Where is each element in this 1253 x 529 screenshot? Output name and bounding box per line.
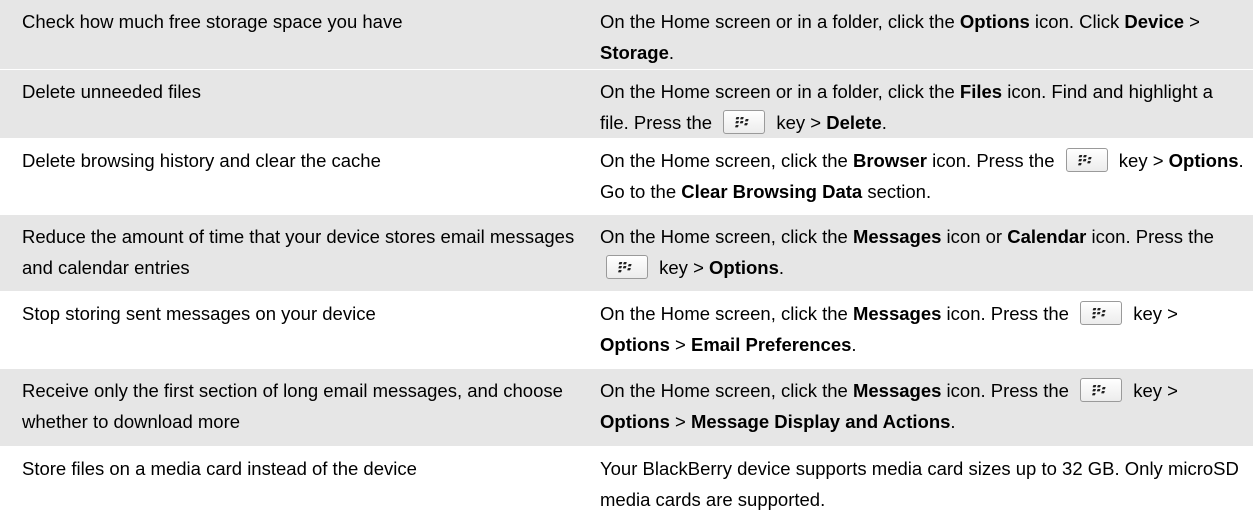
instruction-text: . <box>881 112 887 133</box>
ui-term: Messages <box>852 303 942 324</box>
instructions-cell: Your BlackBerry device supports media ca… <box>578 447 1253 528</box>
ui-term: Files <box>959 81 1003 102</box>
ui-term: Options <box>1168 150 1239 171</box>
instruction-text: key > <box>1113 150 1169 171</box>
task-cell: Reduce the amount of time that your devi… <box>22 226 575 278</box>
table-row: Delete browsing history and clear the ca… <box>0 139 1253 215</box>
instruction-text: key > <box>654 257 710 278</box>
ui-term: Messages <box>852 380 942 401</box>
instruction-text: . <box>778 257 785 278</box>
instructions-cell: On the Home screen or in a folder, click… <box>578 0 1253 69</box>
instruction-text: icon. Press the <box>941 380 1075 401</box>
instruction-text: icon. Press the <box>926 150 1060 171</box>
instruction-text: section. <box>862 181 932 202</box>
instruction-text: . <box>851 334 857 355</box>
instruction-text: > <box>669 334 691 355</box>
instruction-text: On the Home screen, click the <box>600 380 853 401</box>
ui-term: Options <box>709 257 779 278</box>
table-row: Check how much free storage space you ha… <box>0 0 1253 70</box>
table-row: Store files on a media card instead of t… <box>0 447 1253 529</box>
ui-term: Calendar <box>1007 226 1087 247</box>
ui-term: Messages <box>852 226 942 247</box>
storage-tips-table: Check how much free storage space you ha… <box>0 0 1253 529</box>
table-row: Reduce the amount of time that your devi… <box>0 215 1253 292</box>
table-row: Receive only the first section of long e… <box>0 369 1253 447</box>
ui-term: Browser <box>852 150 927 171</box>
ui-term: Storage <box>600 42 669 63</box>
ui-term: Delete <box>826 112 882 133</box>
instruction-text: > <box>669 411 691 432</box>
instruction-text: Your BlackBerry device supports media ca… <box>600 458 1239 510</box>
instructions-cell: On the Home screen, click the Browser ic… <box>578 139 1253 214</box>
ui-term: Clear Browsing Data <box>681 181 863 202</box>
instruction-text: On the Home screen, click the <box>600 303 853 324</box>
instruction-text: On the Home screen or in a folder, click… <box>600 81 960 102</box>
menu-key-icon <box>1080 378 1123 403</box>
instruction-text: On the Home screen, click the <box>600 150 853 171</box>
instruction-text: icon or <box>941 226 1008 247</box>
menu-key-icon <box>606 255 648 280</box>
task-cell: Check how much free storage space you ha… <box>22 11 403 32</box>
table-row: Stop storing sent messages on your devic… <box>0 292 1253 369</box>
instruction-text: icon. Press the <box>1086 226 1214 247</box>
menu-key-icon <box>1065 148 1108 173</box>
ui-term: Email Preferences <box>690 334 852 355</box>
task-cell: Stop storing sent messages on your devic… <box>22 303 376 324</box>
instruction-text: icon. Click <box>1029 11 1125 32</box>
instruction-text: On the Home screen, click the <box>600 226 853 247</box>
instruction-text: . <box>668 42 675 63</box>
ui-term: Options <box>959 11 1030 32</box>
instruction-text: On the Home screen or in a folder, click… <box>600 11 960 32</box>
instructions-cell: On the Home screen, click the Messages i… <box>578 369 1253 446</box>
ui-term: Options <box>600 411 670 432</box>
menu-key-icon <box>723 110 766 135</box>
task-cell: Receive only the first section of long e… <box>22 380 563 432</box>
ui-term: Message Display and Actions <box>690 411 951 432</box>
instruction-text: icon. Press the <box>941 303 1075 324</box>
instruction-text: key > <box>1128 380 1178 401</box>
instruction-text: > <box>1184 11 1200 32</box>
ui-term: Device <box>1124 11 1185 32</box>
task-cell: Store files on a media card instead of t… <box>22 458 417 479</box>
task-cell: Delete unneeded files <box>22 81 201 102</box>
instructions-cell: On the Home screen, click the Messages i… <box>578 292 1253 368</box>
instruction-text: . <box>950 411 956 432</box>
ui-term: Options <box>600 334 670 355</box>
instructions-cell: On the Home screen or in a folder, click… <box>578 70 1253 138</box>
instructions-cell: On the Home screen, click the Messages i… <box>578 215 1253 291</box>
instruction-text: key > <box>771 112 827 133</box>
table-row: Delete unneeded files On the Home screen… <box>0 70 1253 139</box>
task-cell: Delete browsing history and clear the ca… <box>22 150 381 171</box>
instruction-text: key > <box>1128 303 1178 324</box>
menu-key-icon <box>1080 301 1123 326</box>
